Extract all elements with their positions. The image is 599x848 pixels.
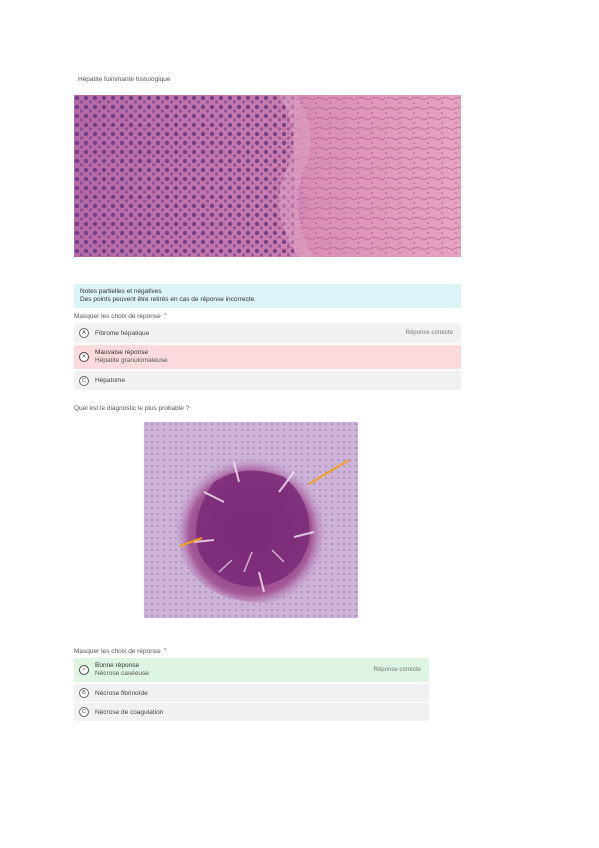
option-letter-b: B bbox=[79, 688, 89, 698]
option-letter-c: C bbox=[79, 707, 89, 717]
option-label: Hépatome bbox=[95, 377, 125, 384]
image-caption: Hépatite fulminante histologique bbox=[78, 76, 171, 83]
option-label: Nécrose caséeuse bbox=[95, 670, 149, 677]
wrong-answer-title: Mauvaise réponse bbox=[95, 349, 149, 356]
answer-option-b[interactable]: B Nécrose fibrinoïde bbox=[74, 684, 429, 702]
chevron-up-icon: ⌃ bbox=[162, 313, 168, 320]
check-icon: ✓ bbox=[79, 665, 89, 675]
toggle-label: Masquer les choix de réponse bbox=[74, 313, 161, 320]
histology-image-liver bbox=[74, 95, 461, 257]
answer-option-c[interactable]: C Hépatome bbox=[74, 371, 461, 390]
toggle-label: Masquer les choix de réponse bbox=[74, 648, 161, 655]
answer-option-b[interactable]: ✕ Mauvaise réponse Hépatite granulomateu… bbox=[74, 345, 461, 369]
option-letter-c: C bbox=[79, 375, 89, 386]
option-label: Fibrome hépatique bbox=[95, 329, 150, 337]
option-label: Hépatite granulomateuse bbox=[95, 357, 168, 364]
correct-answer-tag: Réponse correcte bbox=[405, 330, 453, 336]
necrosis-illustration bbox=[144, 422, 358, 618]
correct-answer-title: Bonne réponse bbox=[95, 662, 140, 669]
chevron-up-icon: ⌃ bbox=[162, 648, 168, 655]
histology-illustration bbox=[74, 95, 461, 257]
answer-option-a[interactable]: ✓ Bonne réponse Nécrose caséeuse Réponse… bbox=[74, 658, 429, 682]
option-label: Nécrose fibrinoïde bbox=[95, 689, 148, 697]
question-prompt: Quel est le diagnostic le plus probable … bbox=[74, 405, 190, 412]
note-title: Notes partielles et négatives bbox=[80, 288, 162, 295]
partial-scoring-note: Notes partielles et négatives Des points… bbox=[74, 284, 461, 308]
note-text: Des points peuvent être retirés en cas d… bbox=[80, 296, 255, 303]
option-letter-a: A bbox=[79, 328, 89, 338]
answer-option-a[interactable]: A Fibrome hépatique Réponse correcte bbox=[74, 323, 461, 343]
hide-choices-toggle[interactable]: Masquer les choix de réponse ⌃ bbox=[74, 312, 168, 320]
correct-answer-tag: Réponse correcte bbox=[373, 667, 421, 673]
option-label: Nécrose de coagulation bbox=[95, 708, 164, 716]
histology-image-necrosis bbox=[144, 422, 358, 618]
wrong-answer-icon: ✕ bbox=[79, 352, 89, 362]
hide-choices-toggle-2[interactable]: Masquer les choix de réponse ⌃ bbox=[74, 647, 168, 655]
answer-option-c[interactable]: C Nécrose de coagulation bbox=[74, 703, 429, 721]
